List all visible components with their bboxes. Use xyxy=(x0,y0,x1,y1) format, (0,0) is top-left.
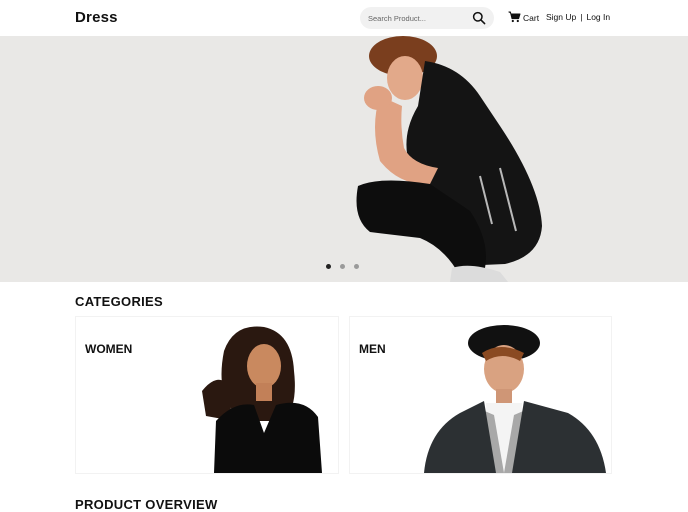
women-model-image xyxy=(202,326,322,473)
category-label-women: WOMEN xyxy=(85,342,133,356)
carousel-dots xyxy=(326,264,359,269)
carousel-dot-2[interactable] xyxy=(340,264,345,269)
carousel-dot-3[interactable] xyxy=(354,264,359,269)
logo[interactable]: Dress xyxy=(75,9,118,26)
hero-banner[interactable] xyxy=(0,36,688,282)
cart-button[interactable]: Cart xyxy=(508,11,539,25)
hero-model-image xyxy=(356,36,542,282)
categories-heading: CATEGORIES xyxy=(75,294,163,309)
category-card-women[interactable]: WOMEN xyxy=(75,316,339,474)
category-label-men: MEN xyxy=(359,342,386,356)
auth-links: Sign Up | Log In xyxy=(546,12,610,22)
search-bar xyxy=(360,7,494,29)
cart-icon xyxy=(508,11,521,25)
search-input[interactable] xyxy=(368,10,468,26)
site-header: Dress Cart Sign Up | Log In xyxy=(0,0,688,36)
men-model-image xyxy=(424,325,606,473)
sign-up-link[interactable]: Sign Up xyxy=(546,12,576,22)
auth-separator: | xyxy=(580,12,583,22)
log-in-link[interactable]: Log In xyxy=(586,12,610,22)
product-overview-heading: PRODUCT OVERVIEW xyxy=(75,497,218,512)
search-icon[interactable] xyxy=(472,11,486,25)
cart-label: Cart xyxy=(523,13,540,23)
category-card-men[interactable]: MEN xyxy=(349,316,612,474)
carousel-dot-1[interactable] xyxy=(326,264,331,269)
